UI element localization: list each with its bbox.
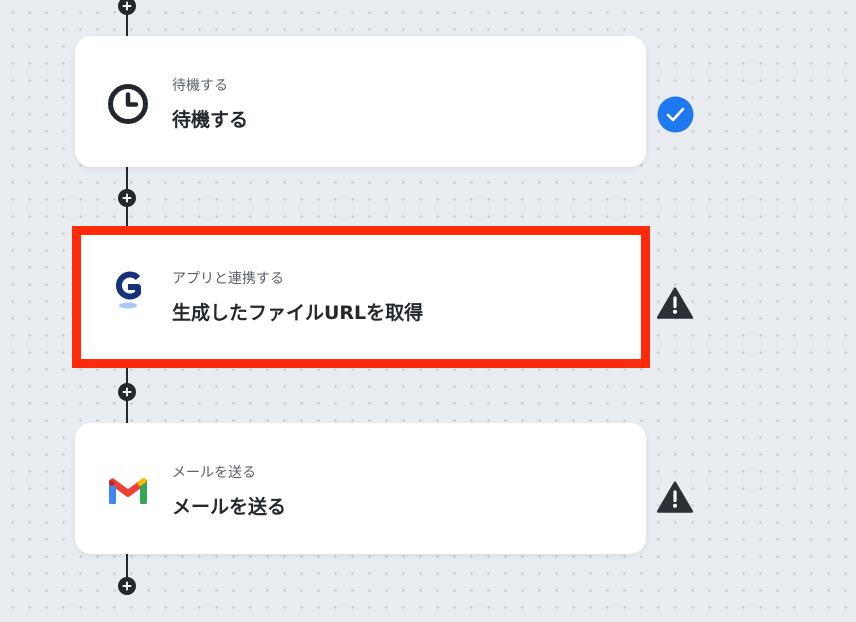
step-status-warning xyxy=(656,284,694,322)
step-title: 待機する xyxy=(172,109,249,131)
plus-icon xyxy=(122,193,132,203)
plus-icon xyxy=(122,581,132,591)
gmail-icon xyxy=(106,469,150,513)
step-card-send-mail[interactable]: メールを送る メールを送る xyxy=(75,423,646,554)
step-title: メールを送る xyxy=(172,496,287,518)
step-status-completed xyxy=(656,95,694,133)
step-card-wait[interactable]: 待機する 待機する xyxy=(75,36,646,167)
step-subtitle: アプリと連携する xyxy=(172,271,284,287)
add-step-button[interactable] xyxy=(118,189,136,207)
step-title: 生成したファイルURLを取得 xyxy=(172,302,424,324)
step-status-warning xyxy=(656,478,694,516)
add-step-button[interactable] xyxy=(118,383,136,401)
plus-icon xyxy=(122,1,132,11)
g-app-logo-icon xyxy=(106,268,150,312)
warning-icon xyxy=(657,287,693,319)
clock-icon xyxy=(106,82,150,126)
warning-icon xyxy=(657,481,693,513)
step-card-app-integration[interactable]: アプリと連携する 生成したファイルURLを取得 xyxy=(72,226,650,368)
plus-icon xyxy=(122,387,132,397)
check-circle-icon xyxy=(657,96,693,132)
add-step-button[interactable] xyxy=(118,0,136,15)
add-step-button[interactable] xyxy=(118,577,136,595)
step-subtitle: メールを送る xyxy=(172,465,256,481)
step-subtitle: 待機する xyxy=(172,78,228,94)
